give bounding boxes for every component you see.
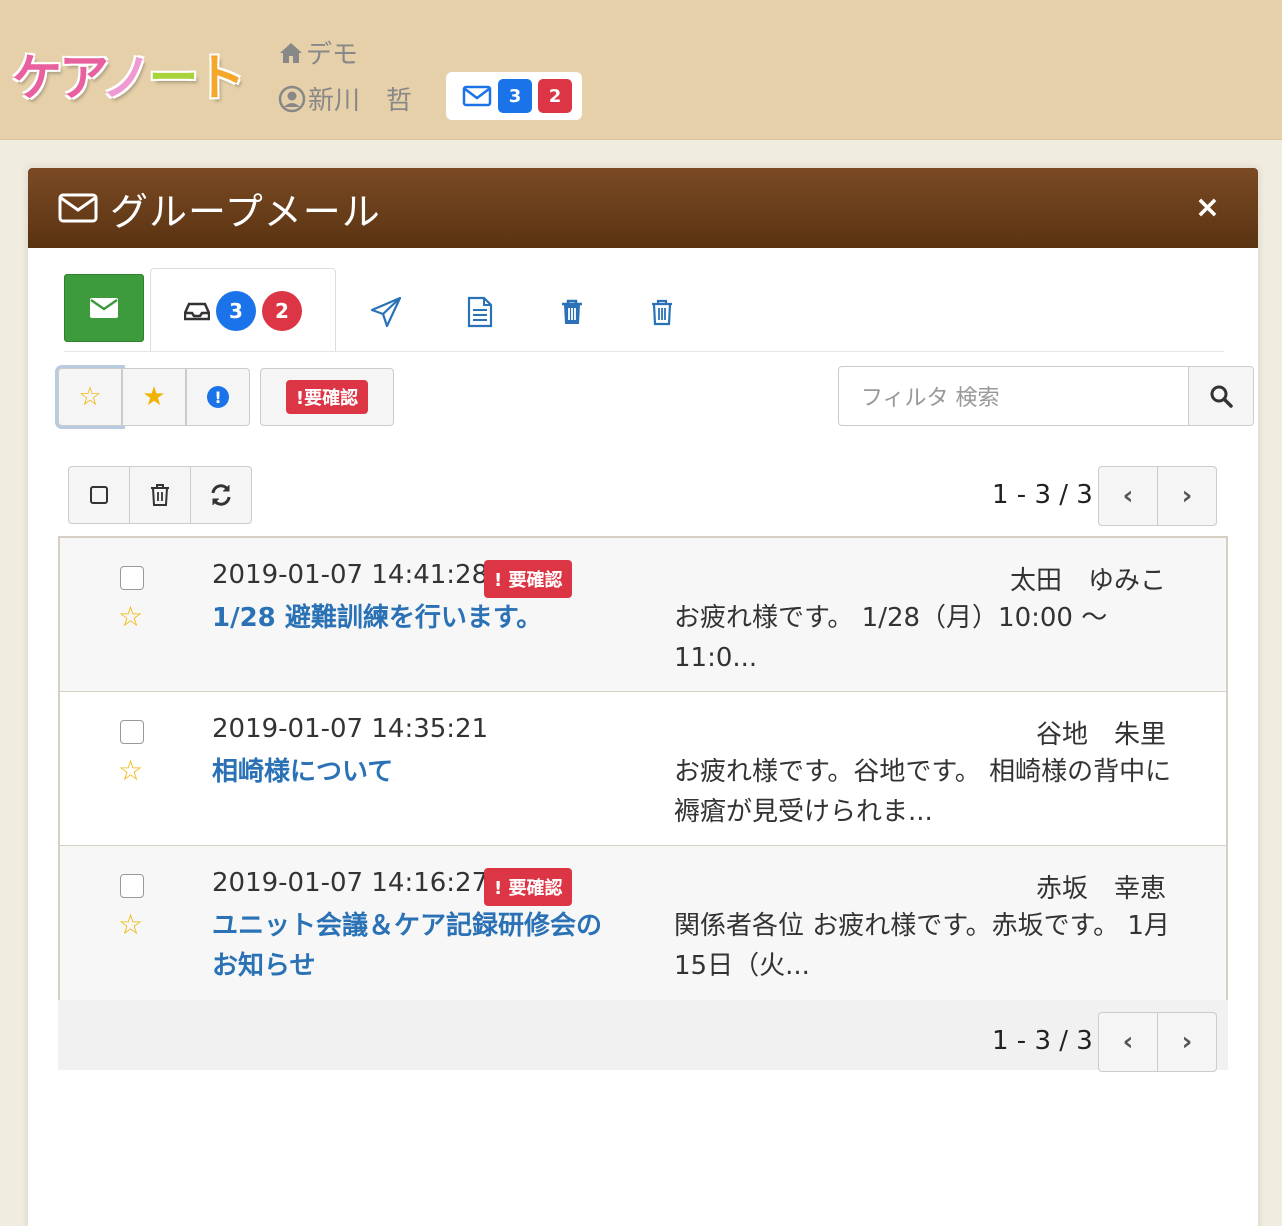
envelope-icon	[462, 85, 492, 107]
required-count-badge: 2	[538, 79, 572, 113]
message-date: 2019-01-07 14:16:27	[212, 868, 489, 898]
logo-char: ノ	[101, 49, 152, 107]
panel-title: グループメール	[110, 189, 381, 234]
pager-count-top: 1 - 3 / 3	[992, 480, 1093, 510]
logo-char: ケ	[12, 49, 62, 107]
home-icon	[280, 42, 302, 63]
message-sender: 太田 ゆみこ	[1009, 566, 1166, 596]
app-logo[interactable]: ケアノート	[12, 38, 246, 110]
search-icon	[1210, 385, 1233, 408]
prev-page-button[interactable]: ‹	[1098, 466, 1158, 526]
trash-icon	[151, 484, 169, 506]
prev-page-button-bottom[interactable]: ‹	[1098, 1012, 1158, 1072]
logo-char: ト	[195, 49, 246, 107]
chevron-left-icon: ‹	[1122, 1027, 1134, 1057]
tab-divider	[64, 351, 1224, 352]
logo-char: ー	[148, 49, 199, 107]
message-date: 2019-01-07 14:41:28	[212, 560, 489, 590]
star-toggle-icon[interactable]: ☆	[118, 600, 143, 633]
next-page-button[interactable]: ›	[1157, 466, 1217, 526]
row-checkbox[interactable]	[120, 720, 144, 744]
compose-button[interactable]	[64, 274, 144, 342]
message-preview: お疲れ様です。 1/28（月）10:00 〜 11:0...	[674, 603, 1108, 673]
filter-all-star-button[interactable]: ☆	[58, 368, 122, 426]
star-icon: ★	[142, 382, 166, 412]
message-sender: 赤坂 幸恵	[1035, 874, 1166, 904]
search-button[interactable]	[1188, 366, 1254, 426]
select-all-button[interactable]	[68, 466, 130, 524]
next-page-button-bottom[interactable]: ›	[1157, 1012, 1217, 1072]
row-checkbox[interactable]	[120, 874, 144, 898]
message-preview: 関係者各位 お疲れ様です。赤坂です。 1月15日（火...	[674, 911, 1170, 981]
star-toggle-icon[interactable]: ☆	[118, 754, 143, 787]
exclamation-circle-icon: !	[207, 386, 229, 408]
tab-deleted[interactable]	[642, 292, 682, 332]
tab-inbox[interactable]: 3 2	[150, 268, 336, 352]
star-toggle-icon[interactable]: ☆	[118, 908, 143, 941]
paper-plane-icon	[370, 296, 402, 328]
close-button[interactable]: ×	[1195, 190, 1220, 225]
filter-starred-button[interactable]: ★	[122, 368, 186, 426]
panel-header: グループメール ×	[28, 168, 1258, 248]
envelope-icon	[58, 193, 98, 223]
message-subject-link[interactable]: ユニット会議＆ケア記録研修会のお知らせ	[212, 906, 622, 986]
user-name: 新川 哲	[278, 80, 412, 117]
inbox-required-badge: 2	[262, 290, 302, 331]
table-row[interactable]: ☆ 2019-01-07 14:35:21 相崎様について 谷地 朱里 お疲れ様…	[60, 692, 1226, 846]
checkbox-icon	[90, 486, 108, 504]
mail-notification-button[interactable]: 3 2	[446, 72, 582, 120]
table-row[interactable]: ☆ 2019-01-07 14:41:28 ! 要確認 1/28 避難訓練を行い…	[60, 538, 1226, 692]
user-circle-icon	[278, 85, 306, 112]
row-checkbox[interactable]	[120, 566, 144, 590]
unread-count-badge: 3	[498, 79, 532, 113]
inbox-icon	[184, 302, 210, 320]
trash-icon	[562, 299, 582, 324]
logo-char: ア	[59, 49, 104, 107]
message-subject-link[interactable]: 1/28 避難訓練を行います。	[212, 598, 622, 638]
filter-important-button[interactable]: !	[186, 368, 250, 426]
message-sender: 谷地 朱里	[1035, 720, 1166, 750]
trash-icon	[652, 299, 672, 326]
group-mail-panel: グループメール × 3 2 ☆ ★ ! !要確認 フィルタ 検索 1 - 3 /…	[28, 168, 1258, 1226]
table-row[interactable]: ☆ 2019-01-07 14:16:27 ! 要確認 ユニット会議＆ケア記録研…	[60, 846, 1226, 1000]
filter-required-button[interactable]: !要確認	[260, 368, 394, 426]
document-icon	[467, 296, 493, 328]
inbox-unread-badge: 3	[216, 290, 256, 331]
chevron-left-icon: ‹	[1122, 481, 1134, 511]
tab-sent[interactable]	[366, 292, 406, 332]
facility-label: デモ	[306, 40, 359, 70]
chevron-right-icon: ›	[1181, 1027, 1193, 1057]
tab-trash[interactable]	[552, 292, 592, 332]
delete-button[interactable]	[129, 466, 191, 524]
message-subject-link[interactable]: 相崎様について	[212, 752, 622, 792]
search-input[interactable]: フィルタ 検索	[838, 366, 1190, 426]
facility-name: デモ	[278, 34, 358, 71]
top-header: ケアノート デモ 新川 哲 3 2	[0, 0, 1282, 140]
tab-drafts[interactable]	[460, 292, 500, 332]
pager-count-bottom: 1 - 3 / 3	[992, 1026, 1093, 1056]
refresh-icon	[211, 484, 231, 506]
refresh-button[interactable]	[190, 466, 252, 524]
message-list: ☆ 2019-01-07 14:41:28 ! 要確認 1/28 避難訓練を行い…	[58, 536, 1228, 1002]
chevron-right-icon: ›	[1181, 481, 1193, 511]
required-badge: ! 要確認	[484, 560, 573, 598]
envelope-icon	[90, 298, 118, 318]
message-date: 2019-01-07 14:35:21	[212, 714, 489, 744]
required-label: !要確認	[285, 380, 369, 414]
star-outline-icon: ☆	[78, 382, 102, 412]
required-badge: ! 要確認	[484, 868, 573, 906]
user-label: 新川 哲	[308, 86, 413, 116]
message-preview: お疲れ様です。谷地です。 相崎様の背中に褥瘡が見受けられま...	[674, 757, 1172, 827]
